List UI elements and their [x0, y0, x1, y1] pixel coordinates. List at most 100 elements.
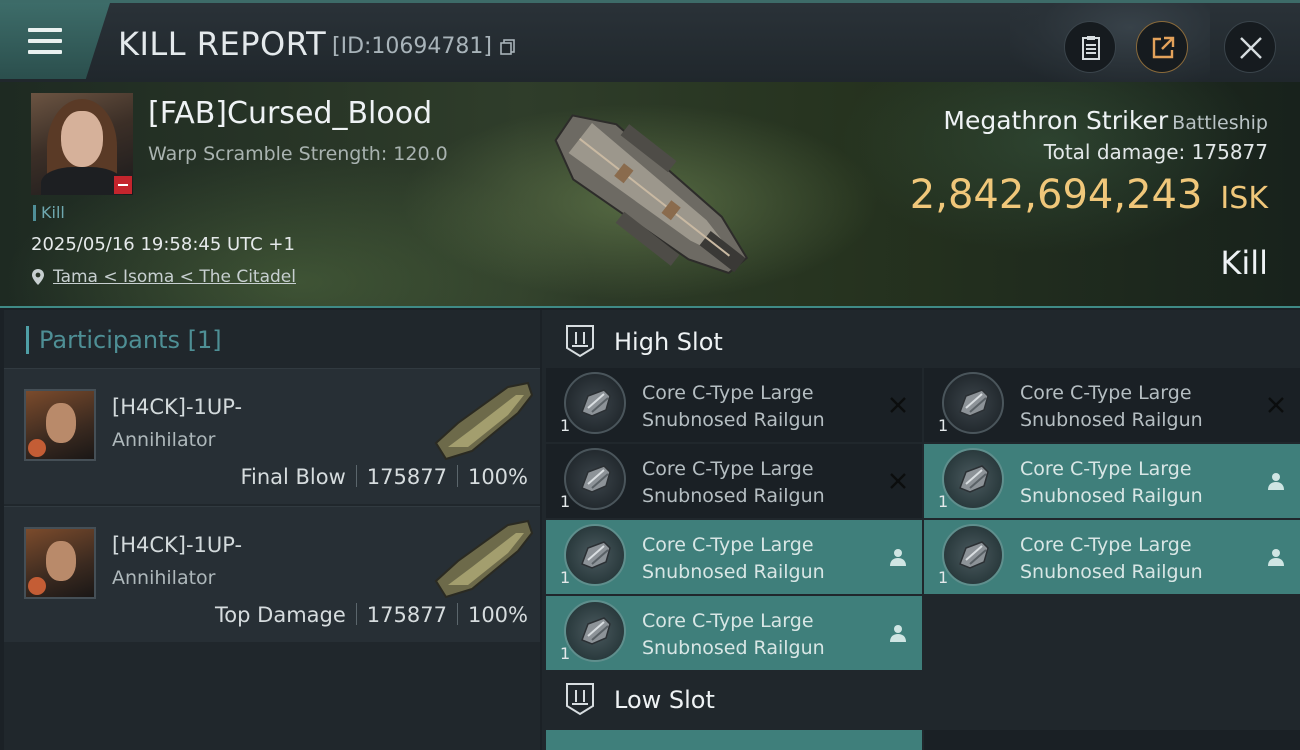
isk-unit: ISK: [1220, 181, 1268, 216]
clipboard-icon: [1082, 36, 1100, 60]
module-quantity: 1: [560, 568, 571, 587]
module-name: Core C-Type Large Snubnosed Railgun: [1020, 380, 1203, 434]
railgun-icon: [942, 448, 1004, 510]
module-name-line2: Snubnosed Railgun: [642, 485, 825, 507]
module-name-line1: Core C-Type Large: [1020, 458, 1192, 480]
participant-row[interactable]: [H4CK]-1UP- Annihilator Final Blow 175877…: [4, 368, 540, 504]
low-slot-icon: [566, 683, 594, 716]
participants-header: Participants [1]: [26, 326, 222, 354]
victim-name[interactable]: [FAB]Cursed_Blood: [148, 96, 432, 131]
hamburger-icon-line: [28, 39, 62, 43]
hamburger-icon: [28, 28, 62, 32]
stats-divider: [355, 603, 357, 625]
module-item[interactable]: 1 Core C-Type Large Snubnosed Railgun: [924, 444, 1300, 518]
participant-stats: Final Blow 175877 100%: [240, 465, 528, 489]
low-slot-module-partial[interactable]: [924, 730, 1300, 750]
participant-percent: 100%: [467, 465, 528, 489]
module-name: Core C-Type Large Snubnosed Railgun: [642, 380, 825, 434]
low-slot-label: Low Slot: [614, 686, 715, 714]
total-damage: Total damage: 175877: [1044, 140, 1268, 164]
module-name-line1: Core C-Type Large: [1020, 534, 1192, 556]
module-name: Core C-Type Large Snubnosed Railgun: [1020, 532, 1203, 586]
participant-ship-image: [434, 381, 534, 461]
fittings-panel: High Slot 1 Core C-Type Large Snubnosed Ra…: [542, 310, 1300, 750]
high-slot-icon: [566, 325, 594, 358]
module-name: Core C-Type Large Snubnosed Railgun: [642, 608, 825, 662]
module-item[interactable]: 1 Core C-Type Large Snubnosed Railgun: [546, 520, 922, 594]
share-button[interactable]: [1136, 21, 1188, 73]
total-damage-value: 175877: [1191, 140, 1268, 164]
person-icon: [1268, 549, 1284, 566]
kill-location-link[interactable]: Tama < Isoma < The Citadel: [53, 267, 296, 287]
result-label: Kill: [1220, 244, 1268, 282]
railgun-icon: [564, 372, 626, 434]
participant-name: [H4CK]-1UP-: [112, 395, 243, 419]
x-icon: [890, 397, 906, 413]
avatar-face: [46, 403, 76, 443]
participant-role: Top Damage: [215, 603, 346, 627]
module-name: Core C-Type Large Snubnosed Railgun: [642, 456, 825, 510]
low-slot-header: Low Slot: [564, 682, 715, 716]
participant-ship: Annihilator: [112, 567, 216, 589]
kill-datetime: 2025/05/16 19:58:45 UTC +1: [31, 234, 295, 255]
module-quantity: 1: [560, 416, 571, 435]
menu-button[interactable]: [0, 3, 110, 79]
portrait-face: [61, 111, 103, 167]
stats-divider: [456, 603, 458, 625]
person-icon: [1268, 473, 1284, 490]
location-pin-icon: [32, 269, 44, 285]
module-item[interactable]: 1 Core C-Type Large Snubnosed Railgun: [546, 444, 922, 518]
portrait-body: [41, 167, 123, 195]
participant-percent: 100%: [467, 603, 528, 627]
person-icon: [890, 549, 906, 566]
person-icon: [890, 625, 906, 642]
participant-damage: 175877: [366, 603, 447, 627]
participant-ship: Annihilator: [112, 429, 216, 451]
participant-damage: 175877: [366, 465, 447, 489]
participant-avatar: [24, 527, 96, 599]
module-name-line2: Snubnosed Railgun: [642, 409, 825, 431]
ship-class: Battleship: [1172, 112, 1268, 134]
participants-panel: Participants [1] [H4CK]-1UP- Annihilator…: [4, 310, 540, 750]
top-bar: KILL REPORT [ID:10694781]: [0, 0, 1300, 85]
share-icon: [1152, 36, 1175, 59]
low-slot-module-partial[interactable]: [546, 730, 922, 750]
railgun-icon: [564, 448, 626, 510]
module-item[interactable]: 1 Core C-Type Large Snubnosed Railgun: [546, 368, 922, 442]
module-quantity: 1: [938, 568, 949, 587]
module-quantity: 1: [560, 644, 571, 663]
module-name-line1: Core C-Type Large: [642, 458, 814, 480]
x-icon: [1268, 397, 1284, 413]
page-title: KILL REPORT: [118, 25, 327, 63]
module-name: Core C-Type Large Snubnosed Railgun: [1020, 456, 1203, 510]
module-name-line2: Snubnosed Railgun: [1020, 485, 1203, 507]
module-quantity: 1: [938, 416, 949, 435]
railgun-icon: [564, 600, 626, 662]
railgun-icon: [564, 524, 626, 586]
high-slot-header: High Slot: [564, 324, 723, 358]
ship-name-text: Megathron Striker: [943, 106, 1169, 135]
module-name-line1: Core C-Type Large: [642, 382, 814, 404]
participant-row[interactable]: [H4CK]-1UP- Annihilator Top Damage 175877…: [4, 506, 540, 642]
avatar-badge: [28, 439, 46, 457]
module-name-line1: Core C-Type Large: [1020, 382, 1192, 404]
module-quantity: 1: [560, 492, 571, 511]
close-button[interactable]: [1224, 21, 1276, 73]
module-name-line2: Snubnosed Railgun: [642, 637, 825, 659]
module-name-line2: Snubnosed Railgun: [642, 561, 825, 583]
avatar-badge: [28, 577, 46, 595]
module-quantity: 1: [938, 492, 949, 511]
module-name-line2: Snubnosed Railgun: [1020, 409, 1203, 431]
ship-name: Megathron Striker Battleship: [943, 106, 1268, 135]
victim-badge: [114, 176, 132, 194]
module-item[interactable]: 1 Core C-Type Large Snubnosed Railgun: [924, 520, 1300, 594]
copy-icon[interactable]: [500, 39, 516, 55]
module-item[interactable]: 1 Core C-Type Large Snubnosed Railgun: [546, 596, 922, 670]
module-item[interactable]: 1 Core C-Type Large Snubnosed Railgun: [924, 368, 1300, 442]
warp-scramble-strength: Warp Scramble Strength: 120.0: [148, 143, 448, 165]
participant-avatar: [24, 389, 96, 461]
module-name-line1: Core C-Type Large: [642, 610, 814, 632]
clipboard-button[interactable]: [1064, 21, 1116, 73]
total-damage-label: Total damage:: [1043, 140, 1186, 164]
module-name-line2: Snubnosed Railgun: [1020, 561, 1203, 583]
